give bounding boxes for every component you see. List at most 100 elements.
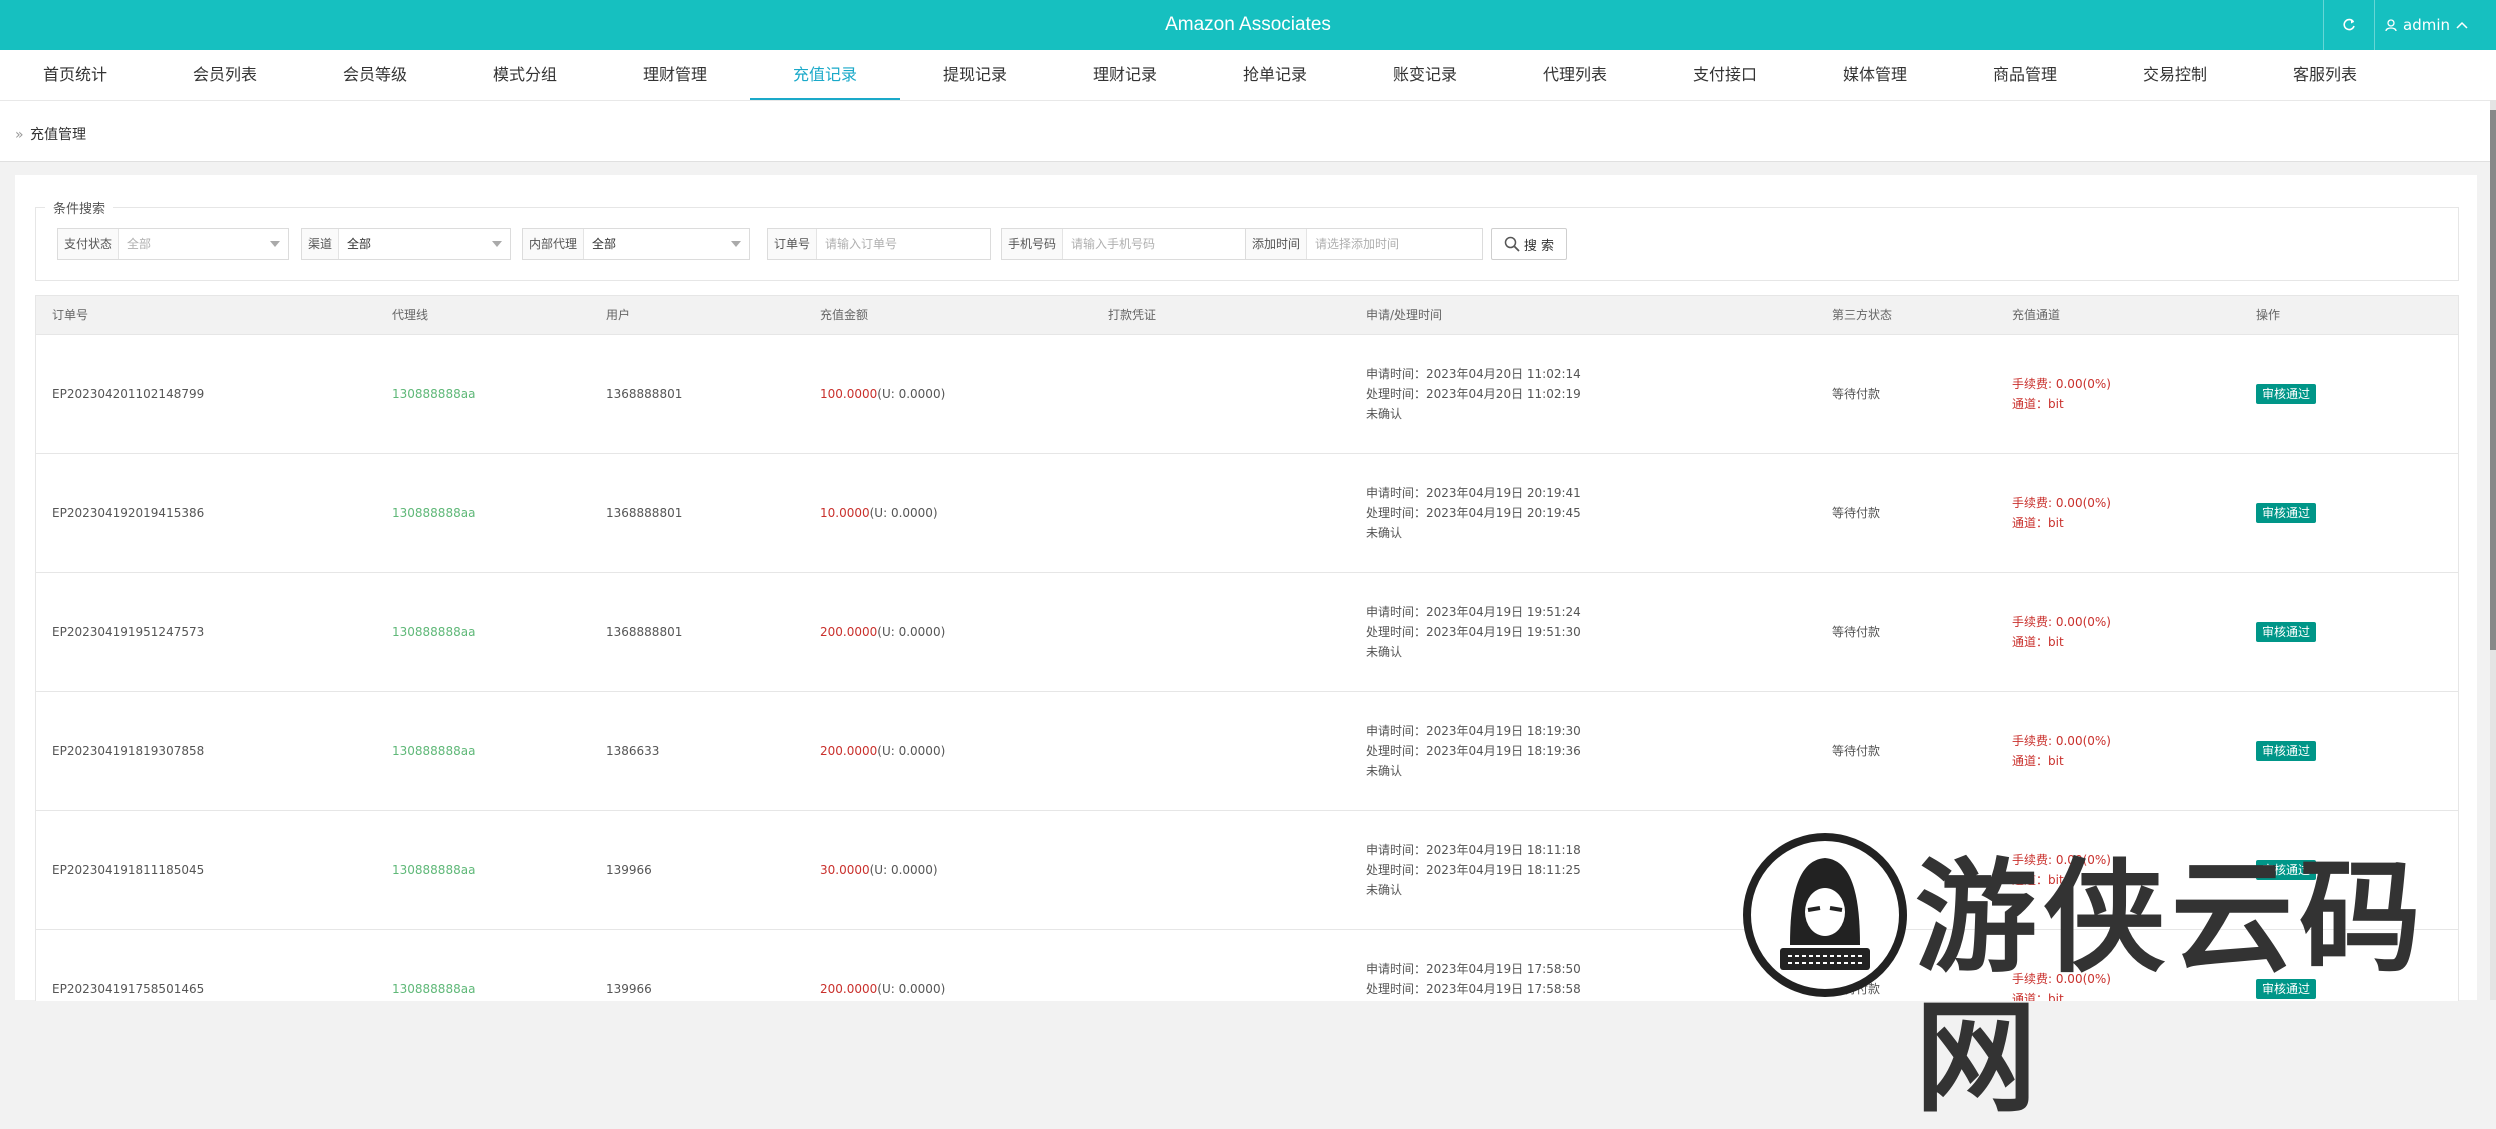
tab-10[interactable]: 代理列表 [1500, 50, 1650, 98]
breadcrumb: » 充值管理 [0, 100, 2496, 162]
agent-line[interactable]: 130888888aa [392, 979, 475, 999]
tab-12[interactable]: 媒体管理 [1800, 50, 1950, 98]
chevron-down-icon [731, 241, 741, 247]
agent-line[interactable]: 130888888aa [392, 741, 475, 761]
phone-input[interactable] [1063, 229, 1250, 259]
confirm-status: 未确认 [1366, 526, 1403, 540]
apply-time: 申请时间：2023年04月19日 19:51:24 [1366, 605, 1581, 619]
column-header: 订单号 [52, 308, 89, 322]
tab-2[interactable]: 会员等级 [300, 50, 450, 98]
agent-line[interactable]: 130888888aa [392, 860, 475, 880]
refresh-button[interactable] [2323, 0, 2375, 50]
apply-time: 申请时间：2023年04月19日 18:11:18 [1366, 843, 1581, 857]
order-no-label: 订单号 [768, 229, 818, 259]
tab-7[interactable]: 理财记录 [1050, 50, 1200, 98]
search-button[interactable]: 搜 索 [1491, 228, 1567, 260]
usdt-value: (U: 0.0000) [877, 387, 946, 401]
approve-button[interactable]: 审核通过 [2256, 384, 2317, 404]
process-time: 处理时间：2023年04月19日 18:11:25 [1366, 863, 1581, 877]
user-menu[interactable]: admin [2385, 0, 2468, 50]
recharge-amount: 30.0000(U: 0.0000) [820, 860, 938, 880]
usdt-value: (U: 0.0000) [869, 863, 938, 877]
process-time: 处理时间：2023年04月19日 19:51:30 [1366, 625, 1581, 639]
third-party-status: 等待付款 [1832, 506, 1881, 520]
tab-8[interactable]: 抢单记录 [1200, 50, 1350, 98]
hacker-logo-icon [1743, 833, 1907, 997]
process-time: 处理时间：2023年04月20日 11:02:19 [1366, 387, 1581, 401]
phone-field: 手机号码 [1001, 228, 1251, 260]
tab-5[interactable]: 充值记录 [750, 50, 900, 100]
column-header: 充值金额 [820, 308, 869, 322]
add-time-input[interactable] [1307, 229, 1482, 259]
tab-11[interactable]: 支付接口 [1650, 50, 1800, 98]
table-header: 订单号 代理线 用户 充值金额 打款凭证 申请/处理时间 第三方状态 充值通道 操作 [36, 296, 2458, 335]
usdt-value: (U: 0.0000) [877, 982, 946, 996]
tab-9[interactable]: 账变记录 [1350, 50, 1500, 98]
amount-value: 200.0000 [820, 625, 878, 639]
pay-status-value: 全部 [119, 229, 288, 259]
recharge-amount: 200.0000(U: 0.0000) [820, 979, 945, 999]
order-no-input[interactable] [817, 229, 990, 259]
column-header: 申请/处理时间 [1366, 308, 1443, 322]
search-button-label: 搜 索 [1523, 238, 1555, 254]
fee-info: 手续费: 0.00(0%) [2012, 615, 2111, 629]
scrollbar-thumb[interactable] [2490, 110, 2496, 650]
usdt-value: (U: 0.0000) [877, 744, 946, 758]
tab-4[interactable]: 理财管理 [600, 50, 750, 98]
amount-value: 200.0000 [820, 744, 878, 758]
breadcrumb-label[interactable]: 充值管理 [30, 101, 86, 169]
channel-value: 全部 [339, 229, 510, 259]
tab-1[interactable]: 会员列表 [150, 50, 300, 98]
user-account: 139966 [606, 863, 652, 877]
agent-line[interactable]: 130888888aa [392, 384, 475, 404]
tab-3[interactable]: 模式分组 [450, 50, 600, 98]
amount-value: 10.0000 [820, 506, 870, 520]
third-party-status: 等待付款 [1832, 387, 1881, 401]
column-header: 第三方状态 [1832, 308, 1893, 322]
apply-time: 申请时间：2023年04月19日 17:58:50 [1366, 962, 1581, 976]
chevron-down-icon [270, 241, 280, 247]
agent-line[interactable]: 130888888aa [392, 622, 475, 642]
process-time: 处理时间：2023年04月19日 20:19:45 [1366, 506, 1581, 520]
user-account: 1368888801 [606, 625, 683, 639]
user-account: 1386633 [606, 744, 660, 758]
search-legend: 条件搜索 [45, 198, 114, 217]
amount-value: 200.0000 [820, 982, 878, 996]
channel-select[interactable]: 渠道 全部 [301, 228, 511, 260]
approve-button[interactable]: 审核通过 [2256, 622, 2317, 642]
tab-13[interactable]: 商品管理 [1950, 50, 2100, 98]
add-time-label: 添加时间 [1246, 229, 1308, 259]
recharge-amount: 200.0000(U: 0.0000) [820, 741, 945, 761]
fee-info: 手续费: 0.00(0%) [2012, 734, 2111, 748]
third-party-status: 等待付款 [1832, 744, 1881, 758]
column-header: 充值通道 [2012, 308, 2061, 322]
order-no-field: 订单号 [767, 228, 991, 260]
confirm-status: 未确认 [1366, 764, 1403, 778]
tab-0[interactable]: 首页统计 [0, 50, 150, 98]
tab-15[interactable]: 客服列表 [2250, 50, 2400, 98]
confirm-status: 未确认 [1366, 883, 1403, 897]
breadcrumb-arrow: » [15, 127, 24, 143]
tab-14[interactable]: 交易控制 [2100, 50, 2250, 98]
confirm-status: 未确认 [1366, 645, 1403, 659]
agent-select[interactable]: 内部代理 全部 [522, 228, 750, 260]
channel-info: 通道：bit [2012, 635, 2064, 649]
amount-value: 100.0000 [820, 387, 878, 401]
table-row: EP202304192019415386 130888888aa 136888880… [36, 454, 2458, 573]
order-number: EP202304201102148799 [52, 387, 205, 401]
user-account: 1368888801 [606, 387, 683, 401]
refresh-icon [2343, 18, 2355, 31]
agent-label: 内部代理 [523, 229, 585, 259]
tab-6[interactable]: 提现记录 [900, 50, 1050, 98]
column-header: 用户 [606, 308, 631, 322]
table-row: EP202304191951247573 130888888aa 136888880… [36, 573, 2458, 692]
agent-line[interactable]: 130888888aa [392, 503, 475, 523]
process-time: 处理时间：2023年04月19日 18:19:36 [1366, 744, 1581, 758]
column-header: 打款凭证 [1108, 308, 1157, 322]
pay-status-select[interactable]: 支付状态 全部 [57, 228, 289, 260]
approve-button[interactable]: 审核通过 [2256, 741, 2317, 761]
table-row: EP202304191819307858 130888888aa 1386633 20… [36, 692, 2458, 811]
order-number: EP202304191819307858 [52, 744, 205, 758]
chevron-down-icon [492, 241, 502, 247]
approve-button[interactable]: 审核通过 [2256, 503, 2317, 523]
